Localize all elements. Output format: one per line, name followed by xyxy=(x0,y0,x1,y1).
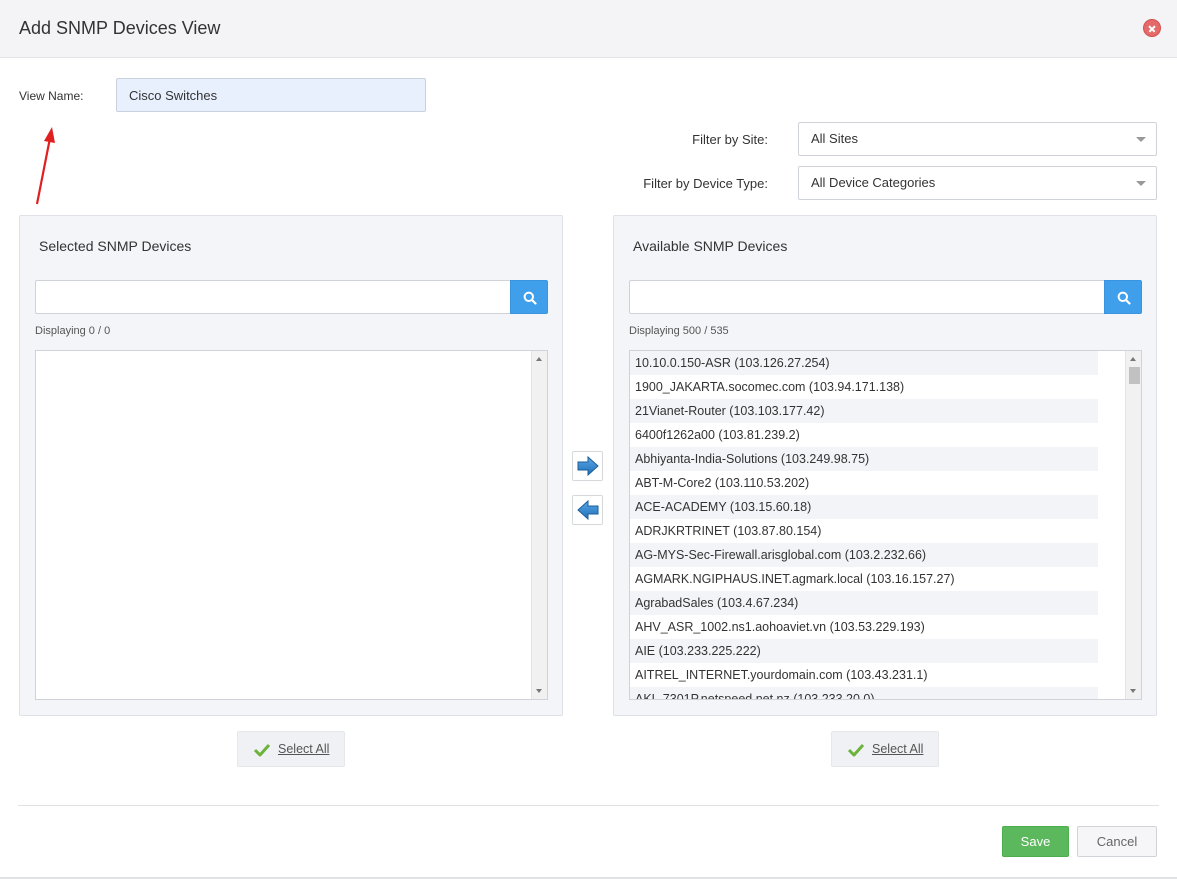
dialog-title: Add SNMP Devices View xyxy=(19,18,221,38)
checkmark-icon xyxy=(253,743,271,757)
list-item[interactable]: AG-MYS-Sec-Firewall.arisglobal.com (103.… xyxy=(630,543,1098,567)
list-item[interactable]: AIE (103.233.225.222) xyxy=(630,639,1098,663)
chevron-down-icon xyxy=(1136,181,1146,186)
list-item[interactable]: ADRJKRTRINET (103.87.80.154) xyxy=(630,519,1098,543)
view-name-input[interactable] xyxy=(116,78,426,112)
selected-displaying-count: Displaying 0 / 0 xyxy=(35,325,111,337)
available-search-input[interactable] xyxy=(629,280,1105,314)
scroll-thumb[interactable] xyxy=(1129,367,1140,384)
selected-devices-panel: Selected SNMP Devices Displaying 0 / 0 xyxy=(19,215,563,716)
available-devices-list[interactable]: 10.10.0.150-ASR (103.126.27.254) 1900_JAK… xyxy=(629,350,1142,700)
available-select-all-button[interactable]: Select All xyxy=(831,731,939,767)
list-item[interactable]: 1900_JAKARTA.socomec.com (103.94.171.138… xyxy=(630,375,1098,399)
list-item[interactable]: 10.10.0.150-ASR (103.126.27.254) xyxy=(630,351,1098,375)
list-item[interactable]: AHV_ASR_1002.ns1.aohoaviet.vn (103.53.22… xyxy=(630,615,1098,639)
selected-select-all-button[interactable]: Select All xyxy=(237,731,345,767)
arrow-right-icon xyxy=(577,455,599,477)
checkmark-icon xyxy=(847,743,865,757)
cancel-button[interactable]: Cancel xyxy=(1077,826,1157,857)
arrow-left-icon xyxy=(577,499,599,521)
available-panel-title: Available SNMP Devices xyxy=(633,238,788,254)
selected-search-input[interactable] xyxy=(35,280,511,314)
annotation-arrow-icon xyxy=(35,127,55,205)
list-item[interactable]: Abhiyanta-India-Solutions (103.249.98.75… xyxy=(630,447,1098,471)
list-item[interactable]: ABT-M-Core2 (103.110.53.202) xyxy=(630,471,1098,495)
search-icon xyxy=(1117,291,1131,305)
search-icon xyxy=(523,291,537,305)
selected-search-button[interactable] xyxy=(510,280,548,314)
scroll-down-icon[interactable] xyxy=(1130,689,1136,693)
filter-device-type-select[interactable]: All Device Categories xyxy=(798,166,1157,200)
list-item[interactable]: 6400f1262a00 (103.81.239.2) xyxy=(630,423,1098,447)
view-name-label: View Name: xyxy=(19,89,84,103)
move-left-button[interactable] xyxy=(572,495,603,525)
dialog-header: Add SNMP Devices View xyxy=(0,0,1177,58)
list-item[interactable]: ACE-ACADEMY (103.15.60.18) xyxy=(630,495,1098,519)
available-devices-panel: Available SNMP Devices Displaying 500 / … xyxy=(613,215,1157,716)
selected-list-scrollbar[interactable] xyxy=(531,351,547,699)
move-right-button[interactable] xyxy=(572,451,603,481)
scroll-up-icon[interactable] xyxy=(1130,357,1136,361)
filter-site-select[interactable]: All Sites xyxy=(798,122,1157,156)
filter-site-label: Filter by Site: xyxy=(692,132,768,147)
available-list-scrollbar[interactable] xyxy=(1125,351,1141,699)
list-item[interactable]: AITREL_INTERNET.yourdomain.com (103.43.2… xyxy=(630,663,1098,687)
close-icon[interactable] xyxy=(1143,19,1161,37)
available-displaying-count: Displaying 500 / 535 xyxy=(629,325,729,337)
scroll-down-icon[interactable] xyxy=(536,689,542,693)
select-all-label: Select All xyxy=(872,742,924,756)
filter-device-type-label: Filter by Device Type: xyxy=(643,176,768,191)
selected-devices-list[interactable] xyxy=(35,350,548,700)
scroll-up-icon[interactable] xyxy=(536,357,542,361)
list-item[interactable]: AKL-7301P.netspeed.net.nz (103.233.20.0) xyxy=(630,687,1098,699)
save-button[interactable]: Save xyxy=(1002,826,1069,857)
selected-panel-title: Selected SNMP Devices xyxy=(39,238,192,254)
available-search-button[interactable] xyxy=(1104,280,1142,314)
filter-device-type-value: All Device Categories xyxy=(811,175,936,190)
list-item[interactable]: AgrabadSales (103.4.67.234) xyxy=(630,591,1098,615)
footer-divider xyxy=(18,805,1159,806)
select-all-label: Select All xyxy=(278,742,330,756)
chevron-down-icon xyxy=(1136,137,1146,142)
list-item[interactable]: AGMARK.NGIPHAUS.INET.agmark.local (103.1… xyxy=(630,567,1098,591)
list-item[interactable]: 21Vianet-Router (103.103.177.42) xyxy=(630,399,1098,423)
filter-site-value: All Sites xyxy=(811,131,858,146)
